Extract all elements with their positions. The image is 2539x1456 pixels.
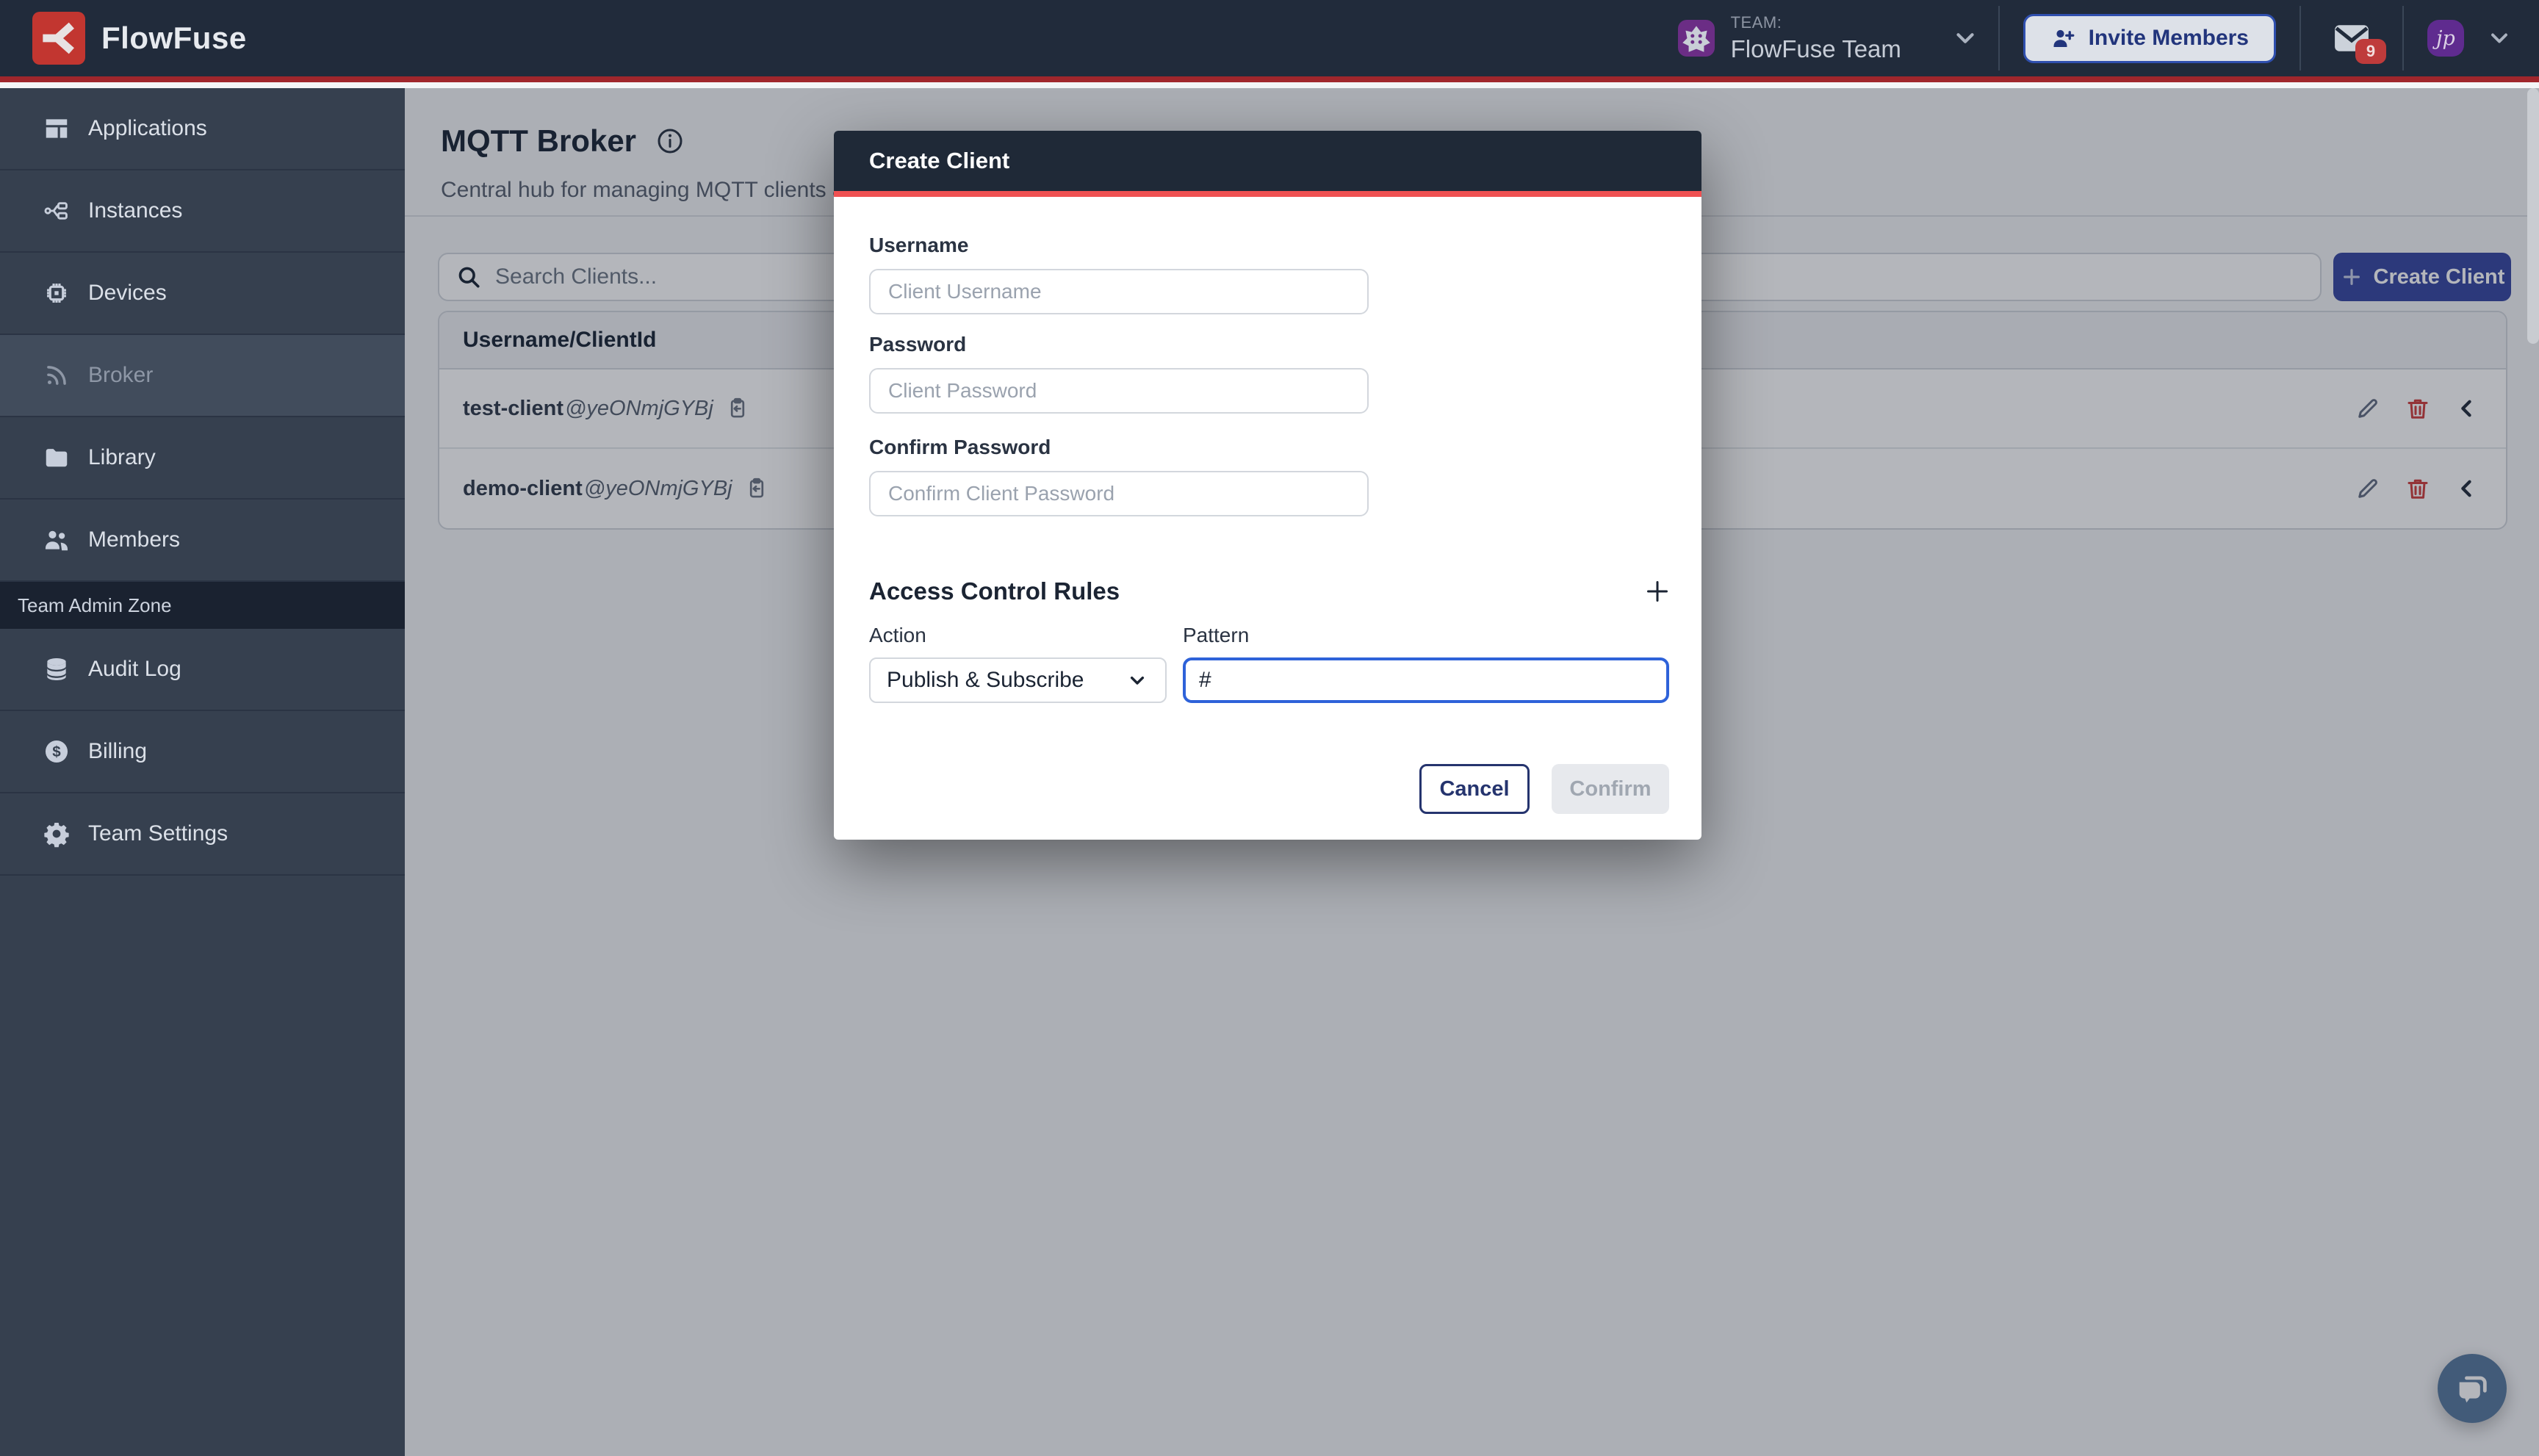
brand[interactable]: FlowFuse (32, 12, 247, 65)
add-rule-button[interactable] (1641, 575, 1674, 608)
user-menu[interactable]: jp (2427, 20, 2513, 57)
top-navbar: FlowFuse TEAM: FlowFuse Team Invite Memb… (0, 0, 2539, 82)
flowfuse-logo-icon (32, 12, 85, 65)
access-control-rules-heading: Access Control Rules (869, 577, 1120, 605)
devices-icon (43, 279, 71, 307)
password-label: Password (869, 333, 1669, 356)
sidebar-item-instances[interactable]: Instances (0, 170, 405, 253)
notification-badge: 9 (2355, 39, 2386, 64)
nav-divider (1998, 6, 2000, 71)
users-icon (43, 526, 71, 554)
sidebar-item-devices[interactable]: Devices (0, 253, 405, 335)
chevron-down-icon (1126, 668, 1149, 692)
modal-header: Create Client (834, 131, 1701, 197)
sidebar-item-team-settings[interactable]: Team Settings (0, 793, 405, 876)
brand-name: FlowFuse (101, 21, 247, 56)
team-avatar (1678, 20, 1715, 57)
team-selector[interactable]: TEAM: FlowFuse Team (1678, 13, 1998, 63)
cancel-button[interactable]: Cancel (1419, 764, 1530, 814)
applications-icon (43, 115, 71, 143)
team-label: TEAM: (1731, 13, 1951, 32)
broker-icon (43, 361, 71, 389)
notifications-button[interactable]: 9 (2333, 23, 2370, 54)
chevron-down-icon (1951, 24, 1979, 52)
action-label: Action (869, 624, 1167, 647)
team-name: FlowFuse Team (1731, 35, 1951, 63)
username-label: Username (869, 234, 1669, 257)
sidebar-item-broker[interactable]: Broker (0, 335, 405, 417)
user-plus-icon (2050, 25, 2077, 51)
confirm-password-label: Confirm Password (869, 436, 1669, 459)
user-avatar: jp (2427, 20, 2464, 57)
chevron-down-icon (2486, 25, 2513, 51)
sidebar-item-audit-log[interactable]: Audit Log (0, 629, 405, 711)
pattern-label: Pattern (1183, 624, 1669, 647)
dollar-circle-icon: $ (43, 738, 71, 765)
scrollbar-thumb[interactable] (2527, 88, 2539, 344)
pattern-input[interactable] (1183, 657, 1669, 703)
sidebar-item-library[interactable]: Library (0, 417, 405, 500)
confirm-button[interactable]: Confirm (1552, 764, 1669, 814)
instances-icon (43, 197, 71, 225)
team-admin-zone-label: Team Admin Zone (0, 582, 405, 629)
svg-text:$: $ (52, 743, 61, 760)
client-username-input[interactable] (869, 269, 1369, 314)
invite-members-button[interactable]: Invite Members (2023, 14, 2276, 63)
sidebar-item-billing[interactable]: $ Billing (0, 711, 405, 793)
client-password-input[interactable] (869, 368, 1369, 414)
plus-icon (1643, 577, 1672, 606)
sidebar: Applications Instances Devices Broker Li… (0, 88, 405, 1456)
action-select[interactable]: Publish & Subscribe (869, 657, 1167, 703)
confirm-password-input[interactable] (869, 471, 1369, 516)
folder-icon (43, 444, 71, 472)
create-client-modal: Create Client Username Password Confirm … (834, 131, 1701, 840)
sidebar-item-members[interactable]: Members (0, 500, 405, 582)
nav-divider (2402, 6, 2404, 71)
modal-title: Create Client (869, 148, 1009, 174)
nav-divider (2299, 6, 2301, 71)
database-icon (43, 655, 71, 683)
gear-icon (43, 820, 71, 848)
sidebar-item-applications[interactable]: Applications (0, 88, 405, 170)
